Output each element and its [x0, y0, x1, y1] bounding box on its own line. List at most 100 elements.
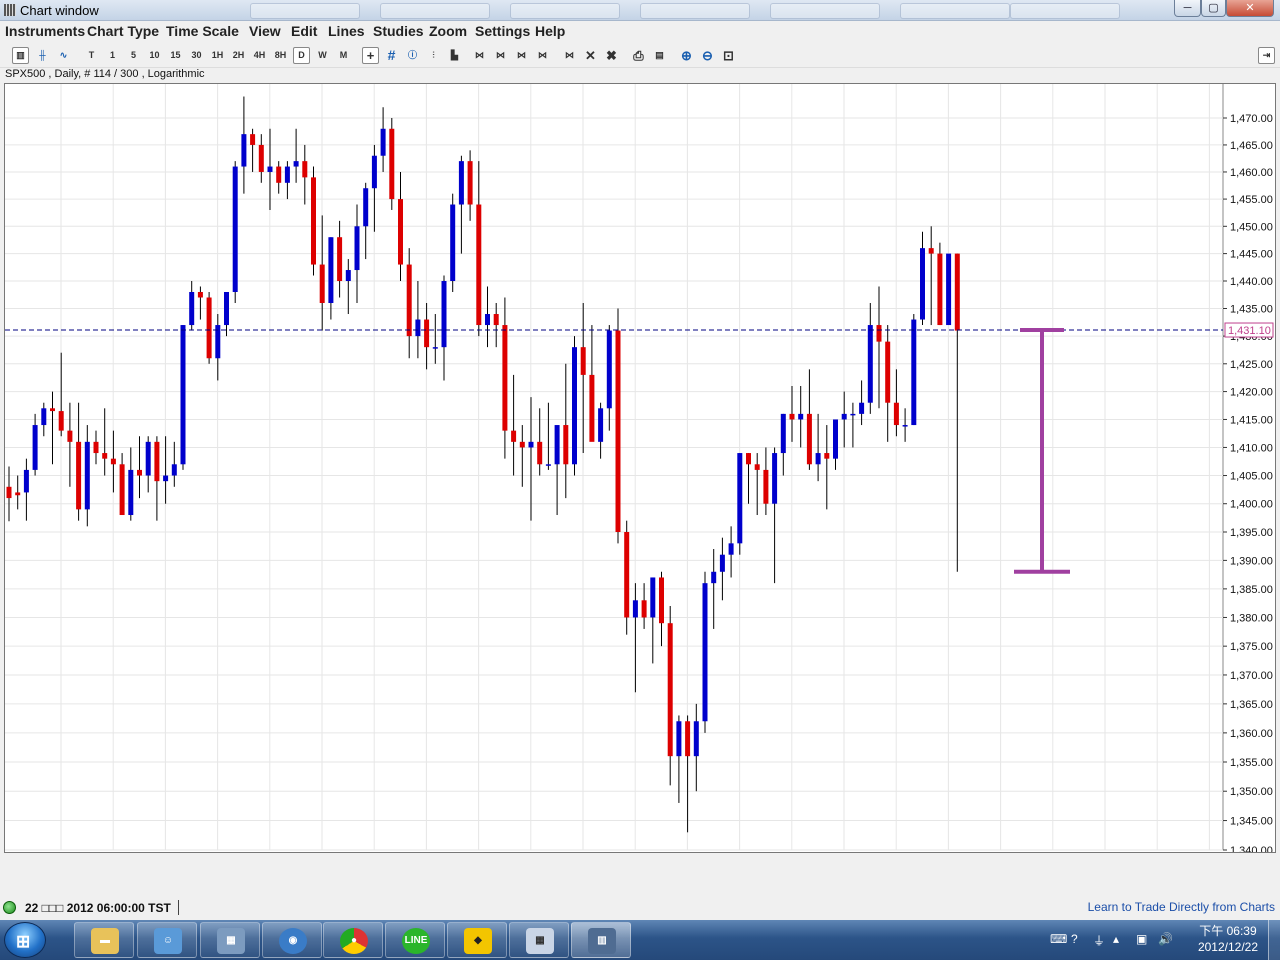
histogram-icon[interactable]: ▙ [446, 47, 463, 64]
candle-body-down [685, 721, 691, 757]
taskbar-chrome[interactable]: ● [323, 922, 383, 958]
gann-icon[interactable]: ⋈ [534, 47, 551, 64]
keyboard-icon[interactable]: ⌨ [1050, 932, 1067, 946]
menu-studies[interactable]: Studies [373, 23, 424, 39]
timeframe-10[interactable]: 10 [146, 47, 163, 64]
timeframe-t[interactable]: T [83, 47, 100, 64]
candle-body-down [824, 453, 830, 459]
zoom-fit-icon[interactable]: ⊡ [720, 47, 737, 64]
candle-body-up [354, 226, 360, 271]
help-icon[interactable]: ? [1071, 932, 1078, 946]
y-tick-label: 1,450.00 [1230, 221, 1273, 233]
timeframe-2h[interactable]: 2H [230, 47, 247, 64]
globe-icon: ◉ [279, 928, 307, 954]
delete-icon[interactable]: ✕ [582, 47, 599, 64]
candle-body-down [276, 166, 282, 183]
timeframe-1h[interactable]: 1H [209, 47, 226, 64]
timeframe-4h[interactable]: 4H [251, 47, 268, 64]
menu-time-scale[interactable]: Time Scale [166, 23, 239, 39]
delete-all-icon[interactable]: ✖ [603, 47, 620, 64]
info-icon[interactable]: ⓘ [404, 47, 421, 64]
candle-body-up [572, 347, 577, 465]
start-button[interactable]: ⊞ [4, 922, 46, 958]
candle-body-up [458, 161, 464, 205]
zoom-in-icon[interactable]: ⊕ [678, 47, 695, 64]
learn-link[interactable]: Learn to Trade Directly from Charts [1088, 900, 1275, 914]
menu-lines[interactable]: Lines [328, 23, 365, 39]
candle-body-down [302, 161, 308, 178]
timeframe-m[interactable]: M [335, 47, 352, 64]
y-tick-label: 1,435.00 [1230, 304, 1273, 316]
print-preview-icon[interactable]: ▤ [651, 47, 668, 64]
y-tick-label: 1,350.00 [1230, 786, 1273, 798]
menu-help[interactable]: Help [535, 23, 565, 39]
menu-chart-type[interactable]: Chart Type [87, 23, 159, 39]
taskbar-line[interactable]: LINE [385, 922, 445, 958]
background-tab [770, 3, 880, 19]
taskbar-network[interactable]: ☺ [137, 922, 197, 958]
timeframe-15[interactable]: 15 [167, 47, 184, 64]
y-tick-label: 1,375.00 [1230, 641, 1273, 653]
taskbar-chart-app[interactable]: ▥ [571, 922, 631, 958]
candle-body-down [746, 453, 751, 465]
menu-settings[interactable]: Settings [475, 23, 530, 39]
menu-instruments[interactable]: Instruments [5, 23, 85, 39]
taskbar-calculator[interactable]: ▦ [509, 922, 569, 958]
line-chart-icon[interactable]: ∿ [55, 47, 72, 64]
network-icon[interactable]: ▣ [1136, 932, 1147, 946]
timeframe-30[interactable]: 30 [188, 47, 205, 64]
trendline-icon[interactable]: ⋈ [471, 47, 488, 64]
title-bar[interactable]: Chart window ─ ▢ ✕ [0, 0, 1280, 21]
volume-icon[interactable]: ⫶ [425, 47, 442, 64]
candle-body-up [363, 188, 369, 227]
bar-chart-icon[interactable]: ╫ [34, 47, 51, 64]
taskbar-app[interactable]: ◆ [447, 922, 507, 958]
timeframe-w[interactable]: W [314, 47, 331, 64]
candle-body-down [67, 430, 73, 442]
candle-body-up [676, 721, 682, 757]
chart-area[interactable]: 1,340.00 1,345.00 1,350.00 1,355.00 1,360.00… [4, 83, 1276, 853]
minimize-button[interactable]: ─ [1174, 0, 1201, 17]
timeframe-d[interactable]: D [293, 47, 310, 64]
channel-icon[interactable]: ⋈ [492, 47, 509, 64]
fibonacci-icon[interactable]: ⋈ [513, 47, 530, 64]
show-hidden-icon[interactable]: ▴ [1113, 932, 1119, 946]
candle-body-up [485, 314, 490, 326]
close-button[interactable]: ✕ [1226, 0, 1274, 17]
timeframe-8h[interactable]: 8H [272, 47, 289, 64]
delete-line-icon[interactable]: ⋈ [561, 47, 578, 64]
status-datetime: 22 □□□ 2012 06:00:00 TST [25, 901, 171, 915]
y-tick-label: 1,465.00 [1230, 140, 1273, 152]
taskbar-panel[interactable]: ▦ [200, 922, 260, 958]
candle-body-down [110, 458, 116, 465]
show-desktop-button[interactable] [1268, 920, 1280, 960]
maximize-button[interactable]: ▢ [1201, 0, 1226, 17]
candle-body-down [806, 413, 812, 465]
panel-toggle-icon[interactable]: ⇥ [1258, 47, 1275, 64]
candle-body-up [328, 237, 334, 303]
print-icon[interactable]: ⎙ [630, 47, 647, 64]
timeframe-1[interactable]: 1 [104, 47, 121, 64]
grid-icon[interactable]: # [383, 47, 400, 64]
candlestick-chart-icon[interactable]: ▥ [12, 47, 29, 64]
candle-body-up [902, 425, 908, 427]
volume-icon[interactable]: 🔊 [1158, 932, 1173, 946]
timeframe-5[interactable]: 5 [125, 47, 142, 64]
candlestick-chart[interactable]: 1,340.00 1,345.00 1,350.00 1,355.00 1,360.00… [5, 84, 1275, 852]
menu-zoom[interactable]: Zoom [429, 23, 467, 39]
candle-body-up [432, 347, 438, 349]
candle-body-down [659, 577, 664, 624]
taskbar-globe[interactable]: ◉ [262, 922, 322, 958]
taskbar: ⊞ ▬ ☺ ▦ ◉ ● LINE ◆ ▦ ▥ ⌨ ? ⏚ ▴ ▣ 🔊 下午 06… [0, 920, 1280, 960]
menu-bar: Instruments Chart Type Time Scale View E… [0, 21, 1280, 42]
menu-edit[interactable]: Edit [291, 23, 317, 39]
clock[interactable]: 下午 06:39 2012/12/22 [1198, 923, 1258, 955]
menu-view[interactable]: View [249, 23, 281, 39]
crosshair-icon[interactable]: + [362, 47, 379, 64]
zoom-out-icon[interactable]: ⊖ [699, 47, 716, 64]
candle-body-down [615, 330, 621, 532]
usb-icon[interactable]: ⏚ [1093, 932, 1105, 949]
candle-body-down [537, 441, 543, 465]
candle-body-down [502, 325, 508, 431]
taskbar-explorer[interactable]: ▬ [74, 922, 134, 958]
